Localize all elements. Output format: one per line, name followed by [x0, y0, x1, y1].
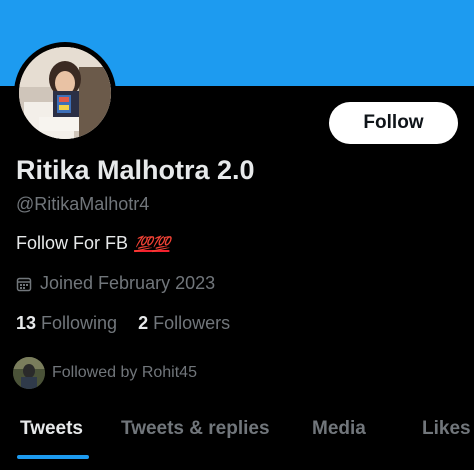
followed-by-text: Followed by Rohit45: [52, 364, 197, 381]
active-tab-indicator: [17, 455, 89, 459]
joined-date: Joined February 2023: [16, 273, 215, 294]
follow-button[interactable]: Follow: [329, 102, 458, 144]
follower-avatar: [13, 357, 45, 389]
profile-handle: @RitikaMalhotr4: [16, 194, 150, 214]
tab-tweets[interactable]: Tweets: [20, 418, 83, 440]
profile-stats: 13 Following 2 Followers: [16, 313, 251, 334]
profile-tabs: Tweets Tweets & replies Media Likes: [0, 400, 474, 470]
hundred-emoji: 💯💯: [134, 235, 170, 253]
avatar-photo: [19, 47, 111, 139]
tab-likes[interactable]: Likes: [422, 418, 471, 440]
followed-by[interactable]: Followed by Rohit45: [13, 357, 197, 389]
followers-label: Followers: [153, 313, 231, 333]
following-link[interactable]: 13 Following: [16, 313, 117, 334]
profile-name: Ritika Malhotra 2.0: [16, 155, 255, 185]
bio-text: Follow For FB: [16, 233, 129, 253]
following-count: 13: [16, 313, 37, 333]
joined-text: Joined February 2023: [40, 273, 216, 293]
profile-avatar[interactable]: [14, 42, 116, 144]
following-label: Following: [41, 313, 118, 333]
followers-count: 2: [138, 313, 149, 333]
calendar-icon: [16, 277, 32, 291]
followers-link[interactable]: 2 Followers: [138, 313, 230, 334]
tab-tweets-replies[interactable]: Tweets & replies: [121, 418, 270, 440]
tab-media[interactable]: Media: [312, 418, 366, 440]
profile-bio: Follow For FB 💯💯: [16, 233, 170, 254]
